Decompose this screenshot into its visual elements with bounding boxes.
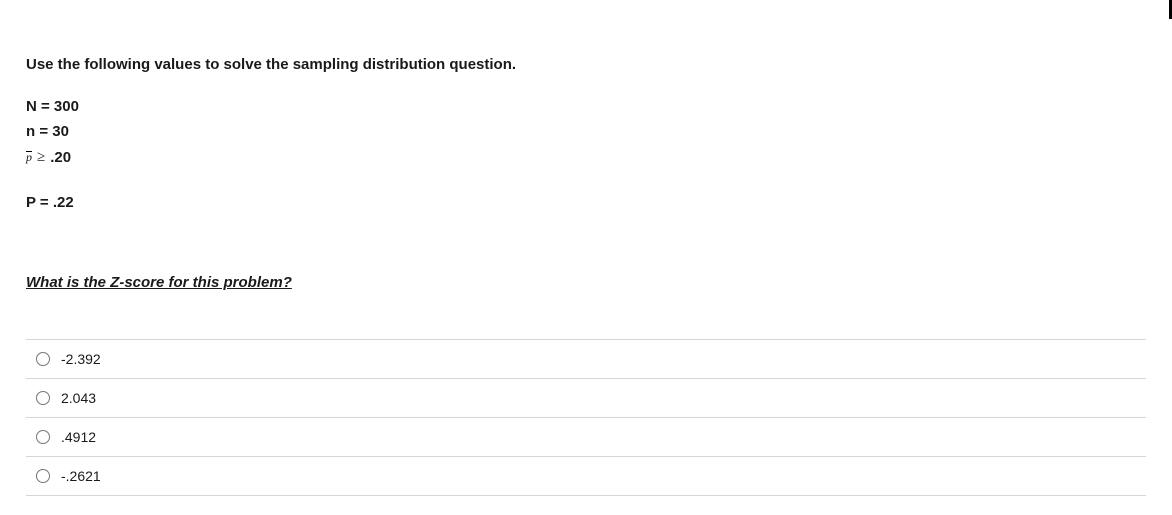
option-2[interactable]: 2.043 (26, 378, 1146, 417)
pbar-value: .20 (50, 146, 71, 169)
options-list: -2.392 2.043 .4912 -.2621 (26, 339, 1146, 496)
value-n: n = 30 (26, 120, 1146, 143)
option-1-label: -2.392 (61, 351, 101, 367)
option-4-label: -.2621 (61, 468, 101, 484)
value-pbar: p ≥ .20 (26, 146, 1146, 169)
option-3-radio[interactable] (36, 430, 50, 444)
geq-symbol: ≥ (37, 146, 45, 169)
value-P: P = .22 (26, 191, 1146, 214)
pbar-symbol: p (26, 151, 32, 161)
option-2-radio[interactable] (36, 391, 50, 405)
values-block: N = 300 n = 30 p ≥ .20 P = .22 (26, 95, 1146, 214)
question-text: What is the Z-score for this problem? (26, 274, 1146, 291)
value-N: N = 300 (26, 95, 1146, 118)
option-3[interactable]: .4912 (26, 417, 1146, 456)
option-2-label: 2.043 (61, 390, 96, 406)
option-3-label: .4912 (61, 429, 96, 445)
intro-text: Use the following values to solve the sa… (26, 56, 1146, 73)
option-4-radio[interactable] (36, 469, 50, 483)
option-1[interactable]: -2.392 (26, 339, 1146, 378)
option-4[interactable]: -.2621 (26, 456, 1146, 495)
question-container: Use the following values to solve the sa… (0, 0, 1172, 496)
option-1-radio[interactable] (36, 352, 50, 366)
